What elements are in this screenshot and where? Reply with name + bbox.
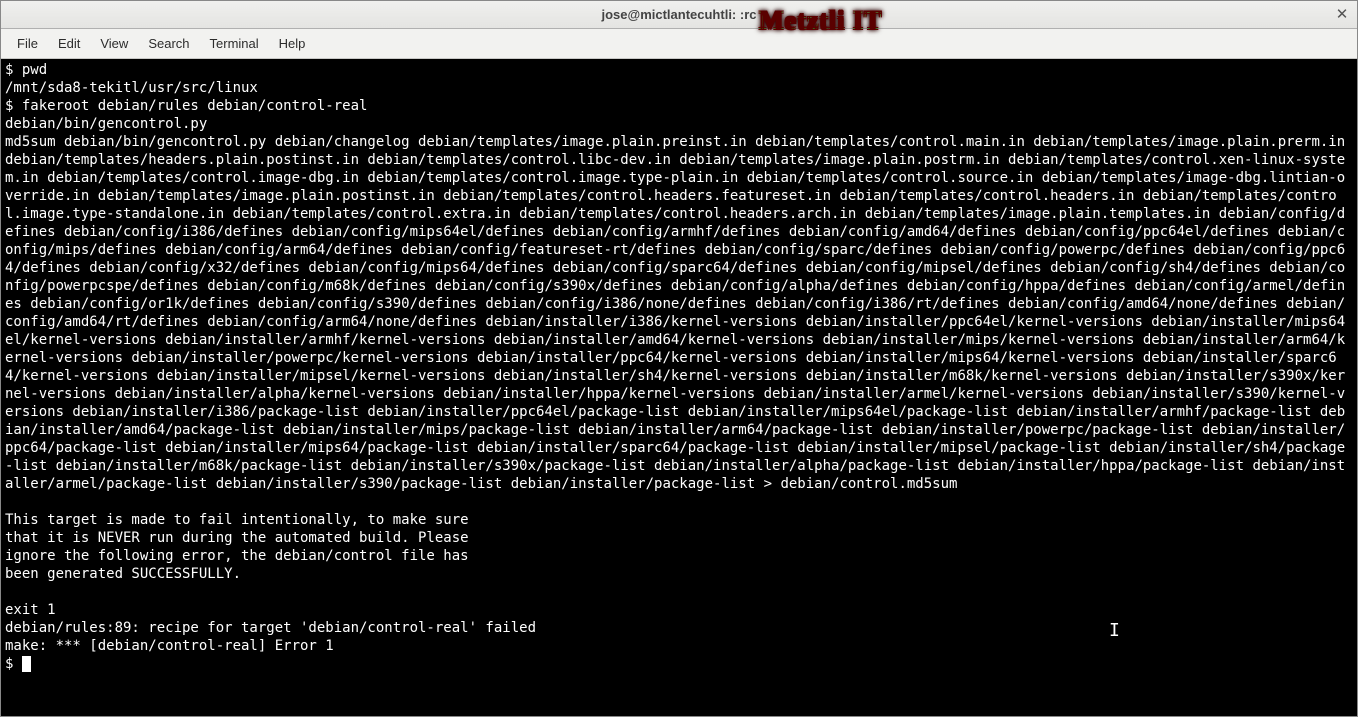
window-title: jose@mictlantecuhtli: :rc — [1, 7, 1357, 22]
close-icon[interactable]: ✕ — [1333, 5, 1351, 23]
terminal-line: debian/rules:89: recipe for target 'debi… — [5, 620, 536, 636]
menu-terminal[interactable]: Terminal — [200, 32, 269, 55]
menu-file[interactable]: File — [7, 32, 48, 55]
titlebar[interactable]: jose@mictlantecuhtli: :rc ✕ — [1, 1, 1357, 29]
menu-search[interactable]: Search — [138, 32, 199, 55]
terminal-line: that it is NEVER run during the automate… — [5, 530, 469, 546]
terminal-line: This target is made to fail intentionall… — [5, 512, 469, 528]
terminal-line: md5sum debian/bin/gencontrol.py debian/c… — [5, 134, 1354, 492]
terminal-line: been generated SUCCESSFULLY. — [5, 566, 241, 582]
menu-edit[interactable]: Edit — [48, 32, 90, 55]
terminal-output[interactable]: $ pwd /mnt/sda8-tekitl/usr/src/linux $ f… — [1, 59, 1357, 716]
terminal-line: make: *** [debian/control-real] Error 1 — [5, 638, 334, 654]
terminal-line: ignore the following error, the debian/c… — [5, 548, 469, 564]
terminal-line: $ — [5, 656, 22, 672]
terminal-line: exit 1 — [5, 602, 56, 618]
menubar: File Edit View Search Terminal Help — [1, 29, 1357, 59]
menu-view[interactable]: View — [90, 32, 138, 55]
terminal-window: jose@mictlantecuhtli: :rc ✕ File Edit Vi… — [0, 0, 1358, 717]
terminal-line: $ fakeroot debian/rules debian/control-r… — [5, 98, 367, 114]
terminal-line: debian/bin/gencontrol.py — [5, 116, 207, 132]
terminal-line: $ pwd — [5, 62, 47, 78]
menu-help[interactable]: Help — [269, 32, 316, 55]
terminal-line: /mnt/sda8-tekitl/usr/src/linux — [5, 80, 258, 96]
block-cursor — [22, 656, 31, 672]
